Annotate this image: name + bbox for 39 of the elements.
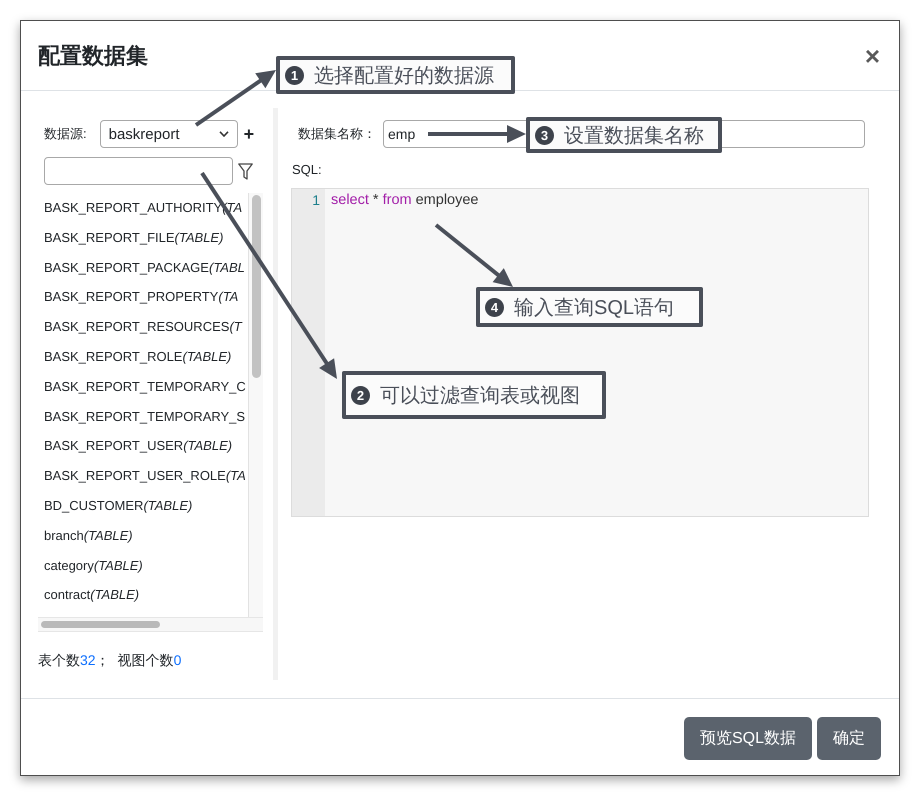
step-number: 4 (485, 298, 504, 316)
callout-text: 输入查询SQL语句 (514, 296, 674, 320)
code-line: select * from employee (331, 191, 478, 210)
table-list-item[interactable]: BASK_REPORT_PROPERTY(TA (44, 282, 238, 312)
filter-icon[interactable] (238, 162, 253, 180)
line-number: 1 (312, 191, 320, 210)
preview-sql-button[interactable]: 预览SQL数据 (684, 717, 812, 760)
table-list-item[interactable]: category(TABLE) (44, 550, 143, 580)
table-list-item[interactable]: BASK_REPORT_RESOURCES(T (44, 312, 242, 342)
vertical-scrollbar-thumb[interactable] (252, 195, 260, 378)
table-list-item[interactable]: contract(TABLE) (44, 580, 140, 610)
table-list-item[interactable]: BASK_REPORT_USER_ROLE(TA (44, 461, 246, 491)
table-list-item[interactable]: BASK_REPORT_TEMPORARY_C (44, 372, 246, 402)
table-list-item[interactable]: BASK_REPORT_USER(TABLE) (44, 431, 232, 462)
table-list-item[interactable]: BASK_REPORT_ROLE(TABLE) (44, 342, 232, 372)
dataset-name-label: 数据集名称： (298, 125, 376, 143)
table-list-item[interactable]: BASK_REPORT_PACKAGE(TABL (44, 252, 245, 282)
step-number: 3 (535, 126, 554, 144)
table-count-text: 表个数32； (38, 652, 110, 668)
sql-label: SQL: (292, 161, 323, 179)
callout-text: 设置数据集名称 (564, 124, 704, 148)
data-source-label: 数据源: (44, 125, 87, 143)
table-list-item[interactable]: branch(TABLE) (44, 520, 133, 551)
table-list-item[interactable]: BASK_REPORT_TEMPORARY_S (44, 402, 246, 432)
chevron-down-icon (218, 131, 229, 137)
dialog-title: 配置数据集 (38, 42, 148, 70)
horizontal-scrollbar-thumb[interactable] (41, 621, 160, 628)
close-button[interactable]: × (864, 42, 880, 68)
step-number: 2 (351, 386, 370, 404)
step-number: 1 (285, 66, 304, 84)
confirm-button[interactable]: 确定 (817, 717, 881, 760)
data-source-select[interactable]: baskreport (100, 120, 238, 148)
filter-field[interactable] (44, 157, 233, 185)
add-button[interactable]: + (244, 125, 254, 143)
callout-text: 可以过滤查询表或视图 (380, 384, 580, 408)
table-list-item[interactable]: BD_CUSTOMER(TABLE) (44, 490, 192, 521)
table-list-item[interactable]: BASK_REPORT_FILE(TABLE) (44, 222, 224, 253)
view-count-text: 视图个数0 (118, 652, 182, 668)
callout-text: 选择配置好的数据源 (314, 64, 494, 88)
